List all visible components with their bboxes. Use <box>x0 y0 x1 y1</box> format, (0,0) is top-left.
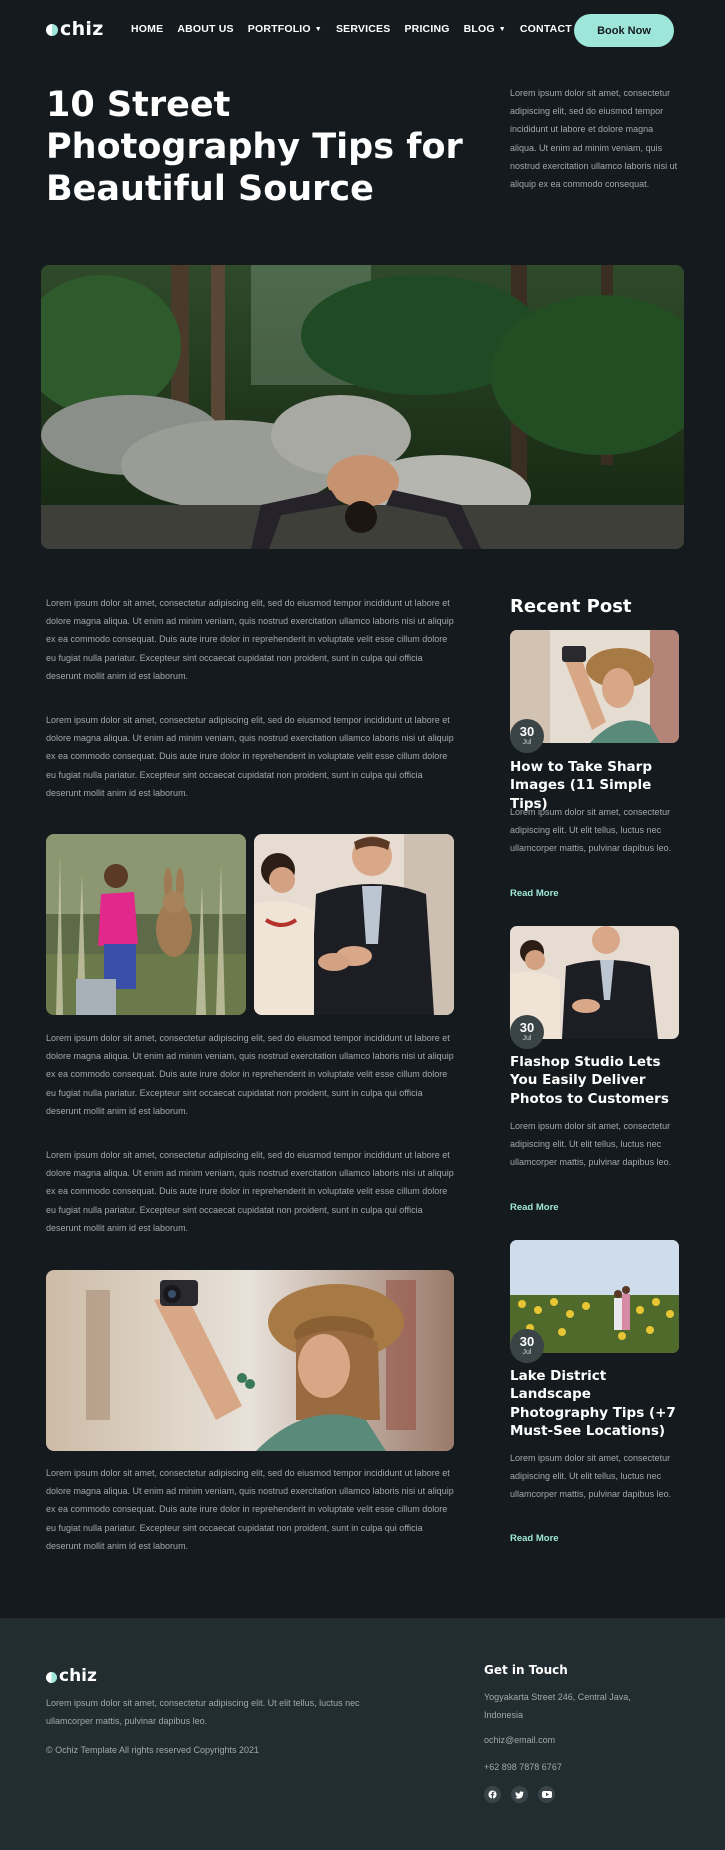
article-image-couple-rings <box>254 834 454 1015</box>
site-header: chiz HOME ABOUT US PORTFOLIO ▼ SERVICES P… <box>0 0 725 60</box>
read-more-link[interactable]: Read More <box>510 1202 559 1213</box>
post-date-badge: 30 Jul <box>510 1329 544 1363</box>
article-paragraph: Lorem ipsum dolor sit amet, consectetur … <box>46 1468 454 1551</box>
recent-post-heading: Recent Post <box>510 596 632 617</box>
logo-text: chiz <box>60 18 104 40</box>
article-image-child-and-rabbit <box>46 834 246 1015</box>
nav-item-portfolio[interactable]: PORTFOLIO ▼ <box>248 23 322 35</box>
post-date-badge: 30 Jul <box>510 719 544 753</box>
post-excerpt: Lorem ipsum dolor sit amet, consectetur … <box>510 807 672 854</box>
post-date-day: 30 <box>519 1020 535 1035</box>
twitter-icon[interactable] <box>511 1786 528 1803</box>
footer-copyright: © Ochiz Template All rights reserved Cop… <box>46 1745 260 1755</box>
post-date-month: Jul <box>522 1349 532 1356</box>
post-date-badge: 30 Jul <box>510 1015 544 1049</box>
post-excerpt: Lorem ipsum dolor sit amet, consectetur … <box>510 1121 672 1168</box>
post-date-month: Jul <box>522 1035 532 1042</box>
nav-label: HOME <box>131 23 164 35</box>
page-title: 10 Street Photography Tips for Beautiful… <box>46 85 463 209</box>
nav-label: PORTFOLIO <box>247 23 311 35</box>
nav-label: BLOG <box>463 23 495 35</box>
nav-item-about[interactable]: ABOUT US <box>177 23 233 35</box>
post-excerpt: Lorem ipsum dolor sit amet, consectetur … <box>510 1453 672 1500</box>
footer-email[interactable]: ochiz@email.com <box>484 1731 654 1749</box>
post-title[interactable]: Lake District Landscape Photography Tips… <box>510 1367 682 1440</box>
footer-logo[interactable]: chiz <box>46 1666 97 1686</box>
nav-item-blog[interactable]: BLOG ▼ <box>464 23 506 35</box>
footer-contact-heading: Get in Touch <box>484 1663 568 1677</box>
hero-image <box>41 265 684 549</box>
logo[interactable]: chiz <box>46 18 104 40</box>
article-image-woman-camera <box>46 1270 454 1451</box>
nav-item-home[interactable]: HOME <box>131 23 163 35</box>
post-date-month: Jul <box>522 739 532 746</box>
nav-item-pricing[interactable]: PRICING <box>404 23 449 35</box>
article-paragraph: Lorem ipsum dolor sit amet, consectetur … <box>46 1150 454 1233</box>
main-nav: HOME ABOUT US PORTFOLIO ▼ SERVICES PRICIN… <box>131 23 604 35</box>
youtube-icon[interactable] <box>538 1786 555 1803</box>
footer-phone[interactable]: +62 898 7878 6767 <box>484 1758 654 1776</box>
chevron-down-icon: ▼ <box>314 26 322 33</box>
read-more-link[interactable]: Read More <box>510 888 559 899</box>
post-title[interactable]: Flashop Studio Lets You Easily Deliver P… <box>510 1053 682 1108</box>
post-date-day: 30 <box>519 724 535 739</box>
logo-mark-icon <box>46 24 58 36</box>
nav-item-services[interactable]: SERVICES <box>336 23 391 35</box>
article-paragraph: Lorem ipsum dolor sit amet, consectetur … <box>46 598 454 681</box>
logo-mark-icon <box>46 1671 57 1683</box>
chevron-down-icon: ▼ <box>498 26 506 33</box>
read-more-link[interactable]: Read More <box>510 1533 559 1544</box>
nav-label: PRICING <box>404 23 450 35</box>
nav-label: SERVICES <box>335 23 391 35</box>
post-date-day: 30 <box>519 1334 535 1349</box>
article-paragraph: Lorem ipsum dolor sit amet, consectetur … <box>46 1033 454 1116</box>
footer-about: Lorem ipsum dolor sit amet, consectetur … <box>46 1698 360 1727</box>
facebook-icon[interactable] <box>484 1786 501 1803</box>
article-paragraph: Lorem ipsum dolor sit amet, consectetur … <box>46 715 454 798</box>
book-now-button[interactable]: Book Now <box>574 14 674 47</box>
footer-address: Yogyakarta Street 246, Central Java, Ind… <box>484 1692 631 1721</box>
nav-label: ABOUT US <box>177 23 234 35</box>
hero-intro: Lorem ipsum dolor sit amet, consectetur … <box>510 88 678 190</box>
footer-logo-text: chiz <box>59 1666 97 1686</box>
